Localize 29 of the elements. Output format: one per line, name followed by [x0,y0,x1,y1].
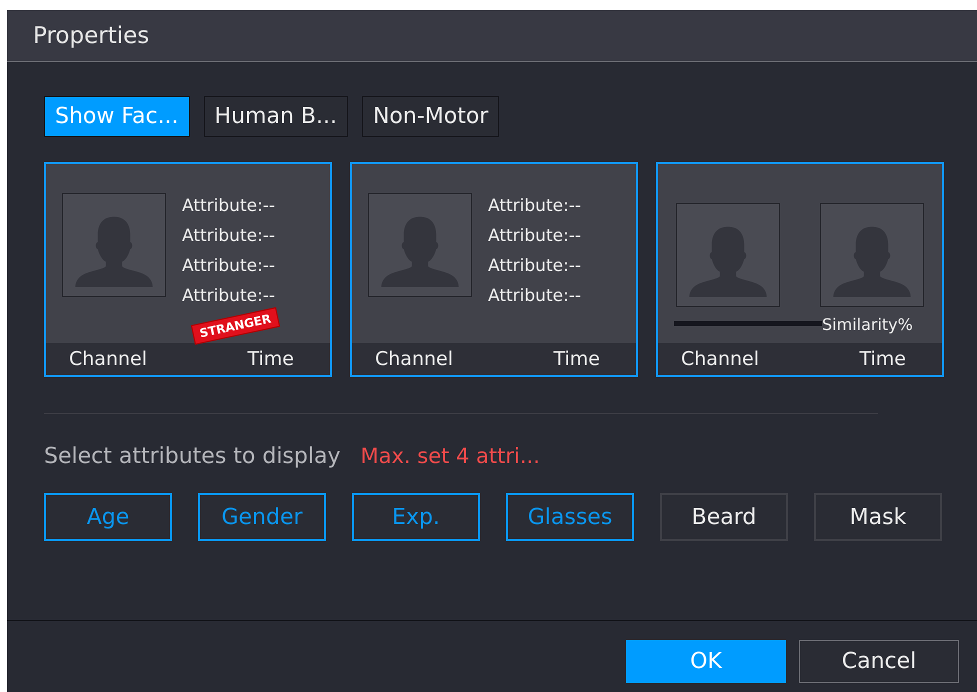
time-text: Time [554,348,600,370]
attribute-toggle[interactable]: Beard [660,493,788,541]
window-title: Properties [33,22,150,48]
tab[interactable]: Non-Motor [362,96,500,137]
similarity-text: Similarity% [822,315,913,334]
tab[interactable]: Show Fac... [44,96,190,137]
channel-text: Channel [69,348,148,370]
attribute-text: Attribute:-- [182,285,276,308]
tab[interactable]: Human B... [204,96,348,137]
attribute-toggle[interactable]: Glasses [506,493,634,541]
attribute-toggle[interactable]: Exp. [352,493,480,541]
attribute-toggle[interactable]: Gender [198,493,326,541]
attribute-text: Attribute:-- [488,225,582,248]
attribute-text: Attribute:-- [488,255,582,278]
attribute-text: Attribute:-- [182,225,276,248]
cancel-button[interactable]: Cancel [799,640,959,683]
ok-button[interactable]: OK [626,640,786,683]
attribute-text: Attribute:-- [182,255,276,278]
attribute-text: Attribute:-- [488,195,582,218]
attributes-label: Select attributes to display [44,444,340,469]
attribute-text: Attribute:-- [488,285,582,308]
time-text: Time [248,348,294,370]
channel-text: Channel [681,348,760,370]
attribute-toggle[interactable]: Age [44,493,172,541]
channel-text: Channel [375,348,454,370]
attribute-text: Attribute:-- [182,195,276,218]
attributes-hint: Max. set 4 attri... [360,444,540,468]
time-text: Time [860,348,906,370]
attribute-toggle[interactable]: Mask [814,493,942,541]
